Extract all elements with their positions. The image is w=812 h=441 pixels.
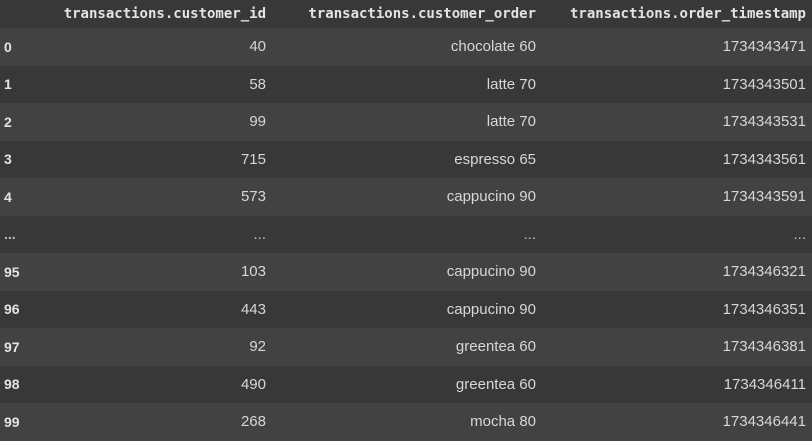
row-index: 99 — [4, 413, 20, 430]
cell-customer-id: 103 — [240, 263, 266, 281]
cell-order-timestamp: 1734346351 — [722, 300, 806, 318]
cell-customer-id: 490 — [240, 375, 266, 393]
row-index: 98 — [4, 376, 20, 393]
cell-customer-order: latte 70 — [486, 113, 536, 131]
ellipsis-row: ... ... ... ... — [0, 215, 812, 253]
cell-customer-id: 443 — [240, 300, 266, 318]
row-index: 96 — [4, 301, 20, 318]
cell-customer-order: latte 70 — [486, 75, 536, 93]
cell-customer-order: cappucino 90 — [446, 300, 536, 318]
row-index: 2 — [4, 113, 12, 130]
dataframe-output: transactions.customer_id transactions.cu… — [0, 0, 812, 441]
cell-order-timestamp: 1734343501 — [722, 75, 806, 93]
cell-order-timestamp: ... — [793, 225, 806, 243]
table-row: 4 573 cappucino 90 1734343591 — [0, 178, 812, 216]
cell-customer-order: chocolate 60 — [450, 38, 536, 56]
cell-order-timestamp: 1734343561 — [722, 150, 806, 168]
row-index: 1 — [4, 76, 12, 93]
index-header — [0, 0, 32, 28]
table-row: 99 268 mocha 80 1734346441 — [0, 403, 812, 441]
cell-customer-order: cappucino 90 — [446, 188, 536, 206]
table-row: 1 58 latte 70 1734343501 — [0, 65, 812, 103]
column-header-customer-id: transactions.customer_id — [32, 0, 272, 28]
dataframe-table: transactions.customer_id transactions.cu… — [0, 0, 812, 441]
row-index: 95 — [4, 263, 20, 280]
cell-customer-id: 99 — [249, 113, 266, 131]
cell-order-timestamp: 1734343471 — [722, 38, 806, 56]
table-row: 95 103 cappucino 90 1734346321 — [0, 253, 812, 291]
row-index: 3 — [4, 151, 12, 168]
cell-order-timestamp: 1734346381 — [722, 338, 806, 356]
cell-customer-order: mocha 80 — [470, 413, 536, 431]
cell-customer-id: 92 — [249, 338, 266, 356]
cell-customer-id: 268 — [240, 413, 266, 431]
cell-order-timestamp: 1734343591 — [722, 188, 806, 206]
cell-customer-id: 573 — [240, 188, 266, 206]
row-index: 4 — [4, 188, 12, 205]
table-body: 0 40 chocolate 60 1734343471 1 58 latte … — [0, 28, 812, 441]
row-index: 0 — [4, 38, 12, 55]
cell-customer-order: greentea 60 — [455, 338, 536, 356]
table-row: 2 99 latte 70 1734343531 — [0, 103, 812, 141]
column-header-customer-order: transactions.customer_order — [272, 0, 542, 28]
table-header: transactions.customer_id transactions.cu… — [0, 0, 812, 28]
cell-customer-order: cappucino 90 — [446, 263, 536, 281]
cell-customer-id: 58 — [249, 75, 266, 93]
table-row: 97 92 greentea 60 1734346381 — [0, 328, 812, 366]
table-row: 0 40 chocolate 60 1734343471 — [0, 28, 812, 66]
table-row: 98 490 greentea 60 1734346411 — [0, 365, 812, 403]
cell-order-timestamp: 1734346441 — [722, 413, 806, 431]
cell-order-timestamp: 1734346411 — [723, 375, 806, 393]
cell-customer-id: 40 — [249, 38, 266, 56]
cell-customer-id: ... — [253, 225, 266, 243]
table-row: 3 715 espresso 65 1734343561 — [0, 140, 812, 178]
column-header-order-timestamp: transactions.order_timestamp — [542, 0, 812, 28]
cell-customer-id: 715 — [240, 150, 266, 168]
row-index: ... — [4, 226, 16, 243]
cell-order-timestamp: 1734346321 — [722, 263, 806, 281]
cell-customer-order: ... — [523, 225, 536, 243]
cell-customer-order: espresso 65 — [454, 150, 536, 168]
cell-customer-order: greentea 60 — [455, 375, 536, 393]
row-index: 97 — [4, 338, 20, 355]
cell-order-timestamp: 1734343531 — [722, 113, 806, 131]
header-row: transactions.customer_id transactions.cu… — [0, 0, 812, 28]
table-row: 96 443 cappucino 90 1734346351 — [0, 290, 812, 328]
